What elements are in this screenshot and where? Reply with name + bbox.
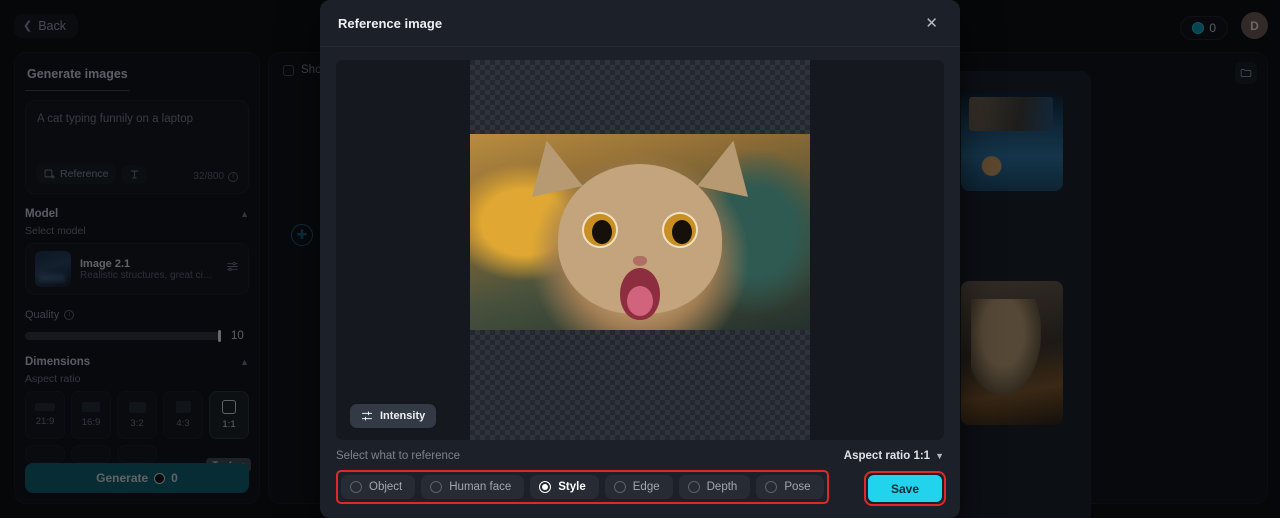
save-button-label: Save [890, 481, 920, 496]
modal-footer: Select what to reference Aspect ratio 1:… [320, 440, 960, 518]
modal-title: Reference image [338, 15, 443, 31]
intensity-label: Intensity [380, 410, 426, 422]
cat-ear-left [521, 135, 583, 197]
chevron-down-icon: ▼ [935, 451, 944, 461]
reference-option-label: Style [558, 481, 586, 493]
cat-eye-right [662, 212, 698, 248]
aspect-ratio-dropdown[interactable]: Aspect ratio 1:1 ▼ [844, 450, 944, 462]
cat-mouth [620, 268, 660, 320]
select-reference-label: Select what to reference [336, 450, 461, 462]
aspect-ratio-dropdown-label: Aspect ratio 1:1 [843, 450, 931, 462]
reference-type-group: Object Human face Style Edge Depth Pose [336, 470, 829, 504]
reference-option-depth[interactable]: Depth [678, 475, 751, 499]
reference-option-human-face[interactable]: Human face [421, 475, 525, 499]
radio-icon [765, 481, 778, 493]
cat-eye-left [582, 212, 618, 248]
save-button[interactable]: Save [868, 475, 942, 502]
image-preview[interactable]: Intensity [336, 60, 944, 440]
close-icon[interactable]: ✕ [921, 12, 942, 35]
reference-option-label: Human face [449, 481, 512, 493]
reference-option-label: Depth [706, 481, 738, 493]
radio-icon [430, 481, 443, 493]
cat-ear-right [697, 135, 759, 197]
reference-option-edge[interactable]: Edge [604, 475, 673, 499]
reference-option-style[interactable]: Style [530, 475, 599, 499]
sliders-icon [362, 411, 372, 421]
radio-icon-selected [539, 481, 552, 493]
radio-icon [350, 481, 362, 493]
save-button-highlight: Save [864, 471, 946, 506]
reference-option-label: Pose [784, 481, 811, 493]
modal-body: Intensity [320, 47, 960, 440]
modal-header: Reference image ✕ [320, 0, 960, 47]
radio-icon [687, 481, 700, 493]
footer-top-row: Select what to reference Aspect ratio 1:… [336, 450, 944, 462]
reference-option-label: Edge [632, 481, 660, 493]
reference-option-label: Object [369, 481, 403, 493]
cat-nose [633, 256, 647, 266]
reference-image-modal: Reference image ✕ Intensity Select what … [320, 0, 960, 518]
reference-option-object[interactable]: Object [341, 475, 416, 499]
radio-icon [613, 481, 626, 493]
reference-image [470, 134, 810, 330]
intensity-button[interactable]: Intensity [350, 404, 437, 428]
reference-option-pose[interactable]: Pose [756, 475, 824, 499]
